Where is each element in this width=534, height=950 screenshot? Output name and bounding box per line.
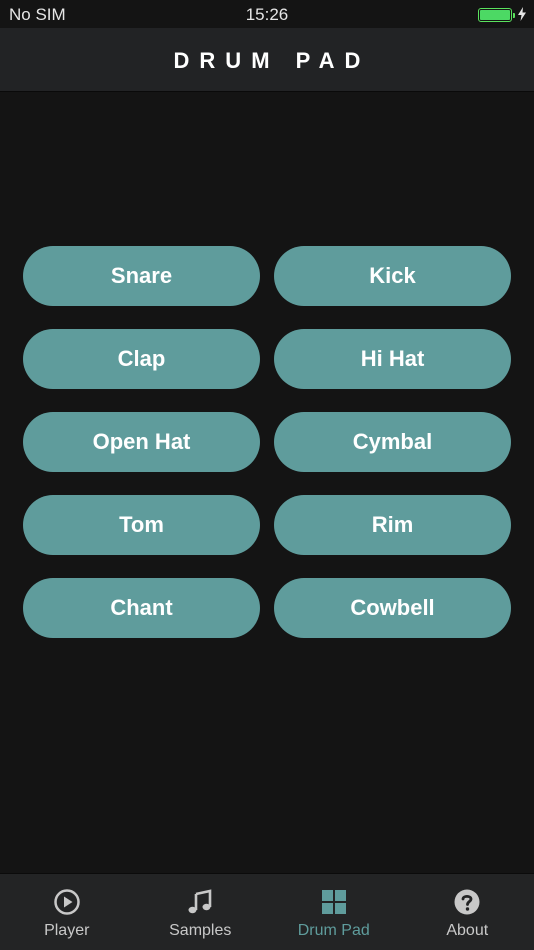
question-circle-icon (454, 889, 480, 915)
pad-hi-hat-button[interactable]: Hi Hat (274, 329, 511, 389)
pad-cymbal-button[interactable]: Cymbal (274, 412, 511, 472)
charging-bolt-icon (518, 7, 526, 21)
status-bar: No SIM 15:26 (0, 0, 534, 28)
pad-chant-button[interactable]: Chant (23, 578, 260, 638)
music-note-icon (188, 889, 212, 914)
pad-tom-button[interactable]: Tom (23, 495, 260, 555)
pad-rim-button[interactable]: Rim (274, 495, 511, 555)
grid-icon (321, 890, 346, 914)
play-circle-icon (54, 889, 80, 915)
tab-bar: Player Samples Drum Pad About (0, 873, 534, 950)
pad-clap-button[interactable]: Clap (23, 329, 260, 389)
tab-label: Player (44, 922, 90, 939)
pad-kick-button[interactable]: Kick (274, 246, 511, 306)
navigation-bar: DRUM PAD (0, 28, 534, 92)
tab-label: Drum Pad (297, 922, 370, 939)
tab-about[interactable]: About (401, 874, 534, 950)
tab-drum-pad[interactable]: Drum Pad (267, 874, 401, 950)
pad-open-hat-button[interactable]: Open Hat (23, 412, 260, 472)
pad-snare-button[interactable]: Snare (23, 246, 260, 306)
status-time: 15:26 (245, 5, 289, 24)
pad-cowbell-button[interactable]: Cowbell (274, 578, 511, 638)
page-title: DRUM PAD (173, 48, 371, 73)
tab-label: About (446, 922, 489, 939)
tab-label: Samples (169, 922, 232, 939)
tab-player[interactable]: Player (0, 874, 134, 950)
battery-icon (478, 8, 515, 22)
drum-pad-grid: Snare Kick Clap Hi Hat Open Hat Cymbal T… (23, 246, 511, 638)
tab-samples[interactable]: Samples (134, 874, 268, 950)
